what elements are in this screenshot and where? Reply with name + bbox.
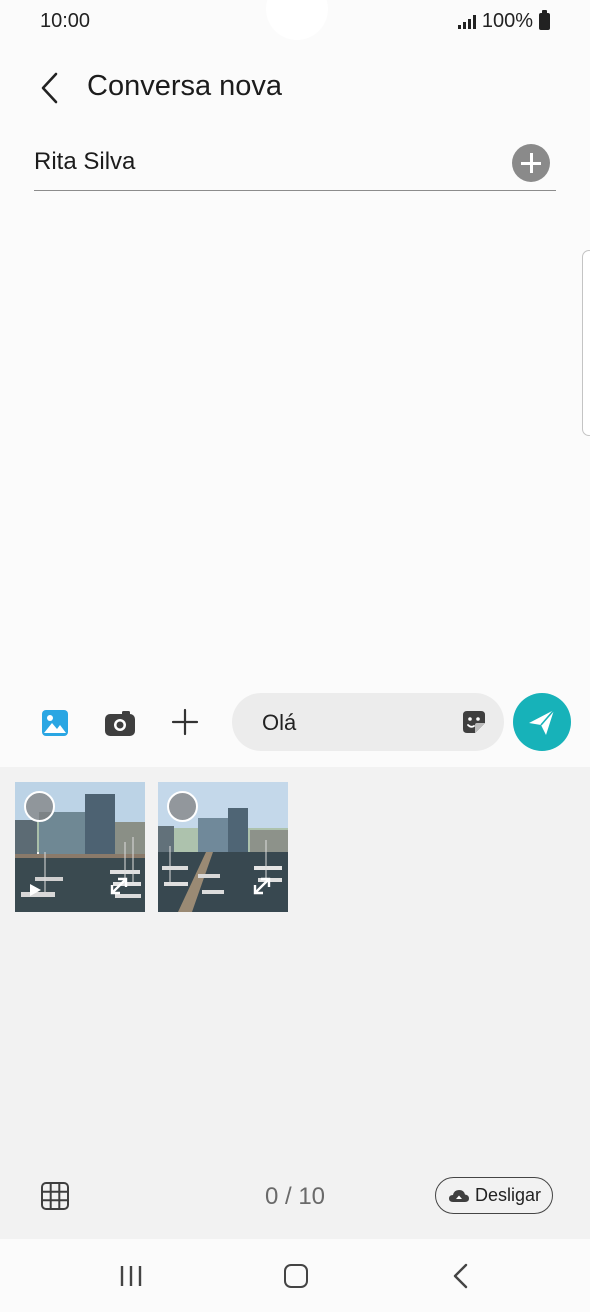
camera-notch bbox=[266, 0, 328, 40]
recipient-field[interactable]: Rita Silva bbox=[34, 136, 556, 191]
navigation-bar bbox=[0, 1240, 590, 1312]
message-composer: Olá bbox=[0, 690, 590, 756]
send-button[interactable] bbox=[513, 693, 571, 751]
select-checkbox[interactable] bbox=[24, 791, 55, 822]
sticker-icon[interactable] bbox=[460, 708, 488, 736]
message-input[interactable]: Olá bbox=[232, 693, 504, 751]
battery-icon bbox=[539, 10, 550, 30]
plus-icon[interactable] bbox=[170, 707, 200, 737]
camera-icon[interactable] bbox=[104, 708, 136, 738]
media-picker-panel: 0 / 10 Desligar bbox=[0, 767, 590, 1239]
message-text: Olá bbox=[262, 710, 297, 735]
recents-button[interactable] bbox=[118, 1264, 144, 1288]
disconnect-label: Desligar bbox=[475, 1185, 542, 1205]
play-icon bbox=[30, 884, 41, 896]
grid-view-icon[interactable] bbox=[40, 1181, 70, 1211]
expand-icon[interactable] bbox=[250, 874, 274, 898]
send-icon bbox=[529, 709, 555, 735]
select-checkbox[interactable] bbox=[167, 791, 198, 822]
back-button[interactable] bbox=[30, 68, 70, 108]
status-bar: 10:00 100% bbox=[0, 0, 590, 44]
app-bar: Conversa nova bbox=[0, 56, 590, 120]
cloud-icon bbox=[449, 1189, 469, 1202]
side-panel-handle[interactable] bbox=[582, 250, 590, 436]
selection-counter: 0 / 10 bbox=[264, 1183, 326, 1210]
battery-percentage: 100% bbox=[481, 10, 533, 32]
gallery-icon[interactable] bbox=[40, 708, 70, 738]
status-indicators: 100% bbox=[457, 10, 550, 33]
recents-icon bbox=[120, 1266, 142, 1286]
back-chevron-icon bbox=[453, 1263, 468, 1289]
nav-back-button[interactable] bbox=[450, 1263, 472, 1289]
add-recipient-button[interactable] bbox=[512, 144, 550, 182]
status-time: 10:00 bbox=[40, 10, 91, 32]
recipient-name: Rita Silva bbox=[34, 148, 136, 175]
media-thumbnail-video[interactable] bbox=[15, 782, 145, 912]
home-button[interactable] bbox=[284, 1264, 308, 1288]
new-conversation-screen: 10:00 100% Conversa nova Rita Silva Olá … bbox=[0, 0, 590, 1312]
signal-icon bbox=[457, 14, 476, 29]
back-arrow-icon bbox=[41, 72, 58, 104]
media-thumbnail-photo[interactable] bbox=[158, 782, 288, 912]
disconnect-button[interactable]: Desligar bbox=[435, 1177, 553, 1214]
expand-icon[interactable] bbox=[107, 874, 131, 898]
page-title: Conversa nova bbox=[87, 70, 283, 102]
